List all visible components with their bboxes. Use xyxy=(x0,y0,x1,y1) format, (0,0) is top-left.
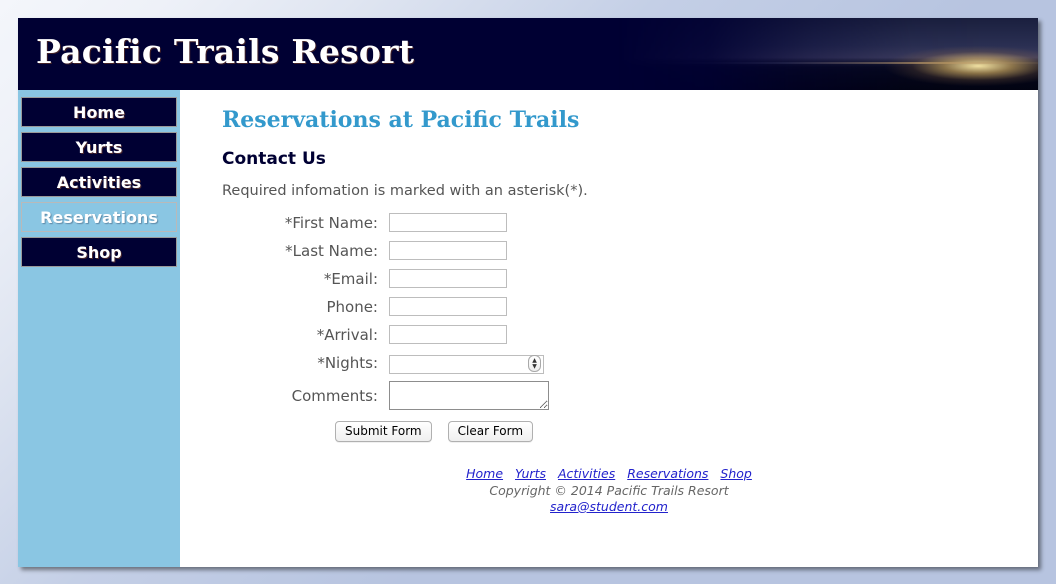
field-row-arrival: *Arrival: xyxy=(222,325,1038,344)
nights-stepper: ▲ ▼ xyxy=(389,353,544,374)
comments-label: Comments: xyxy=(291,386,378,405)
coastal-sunset-photo xyxy=(618,18,1038,90)
site-footer: Home Yurts Activities Reservations Shop … xyxy=(222,466,1038,514)
form-button-row: Submit Form Clear Form xyxy=(222,421,1038,442)
nights-input[interactable] xyxy=(389,355,544,374)
field-row-phone: Phone: xyxy=(222,297,1038,316)
sidebar: Home Yurts Activities Reservations Shop xyxy=(18,90,180,567)
footer-link-activities[interactable]: Activities xyxy=(558,466,615,481)
ocean-water xyxy=(618,64,1038,90)
reservation-form: *First Name: *Last Name: *Email: Phone: xyxy=(222,213,1038,442)
section-title: Contact Us xyxy=(222,149,326,169)
clear-form-button[interactable]: Clear Form xyxy=(447,421,534,442)
phone-label: Phone: xyxy=(326,297,378,316)
page-title: Reservations at Pacific Trails xyxy=(222,107,580,133)
site-header: Pacific Trails Resort xyxy=(18,18,1038,90)
nights-label: *Nights: xyxy=(317,353,378,372)
arrival-label: *Arrival: xyxy=(316,325,378,344)
footer-link-reservations[interactable]: Reservations xyxy=(627,466,708,481)
field-row-last-name: *Last Name: xyxy=(222,241,1038,260)
main-content: Reservations at Pacific Trails Contact U… xyxy=(180,90,1038,567)
number-spinner-icon[interactable]: ▲ ▼ xyxy=(528,355,541,372)
email-input[interactable] xyxy=(389,269,507,288)
submit-form-button[interactable]: Submit Form xyxy=(335,421,432,442)
first-name-input[interactable] xyxy=(389,213,507,232)
arrival-input[interactable] xyxy=(389,325,507,344)
last-name-input[interactable] xyxy=(389,241,507,260)
field-row-email: *Email: xyxy=(222,269,1038,288)
chevron-down-icon[interactable]: ▼ xyxy=(532,363,537,370)
sidebar-item-activities[interactable]: Activities xyxy=(21,167,177,197)
page-body: Home Yurts Activities Reservations Shop … xyxy=(18,90,1038,567)
comments-input[interactable] xyxy=(389,381,549,410)
contact-email-line: sara@student.com xyxy=(222,499,996,514)
field-row-comments: Comments: xyxy=(222,381,1038,410)
main-navigation: Home Yurts Activities Reservations Shop xyxy=(18,90,180,267)
sidebar-item-home[interactable]: Home xyxy=(21,97,177,127)
web-page: Pacific Trails Resort Home Yurts Activit… xyxy=(18,18,1038,567)
copyright-text: Copyright © 2014 Pacific Trails Resort xyxy=(489,483,729,498)
sidebar-item-reservations[interactable]: Reservations xyxy=(21,202,177,232)
first-name-label: *First Name: xyxy=(284,213,378,232)
footer-link-home[interactable]: Home xyxy=(466,466,503,481)
sidebar-item-shop[interactable]: Shop xyxy=(21,237,177,267)
field-row-first-name: *First Name: xyxy=(222,213,1038,232)
footer-link-yurts[interactable]: Yurts xyxy=(515,466,546,481)
last-name-label: *Last Name: xyxy=(285,241,378,260)
email-label: *Email: xyxy=(323,269,378,288)
field-row-nights: *Nights: ▲ ▼ xyxy=(222,353,1038,374)
phone-input[interactable] xyxy=(389,297,507,316)
site-title: Pacific Trails Resort xyxy=(36,32,415,71)
contact-email-link[interactable]: sara@student.com xyxy=(550,499,668,514)
required-fields-note: Required infomation is marked with an as… xyxy=(222,183,588,199)
sidebar-item-yurts[interactable]: Yurts xyxy=(21,132,177,162)
footer-navigation: Home Yurts Activities Reservations Shop xyxy=(222,466,996,481)
footer-link-shop[interactable]: Shop xyxy=(720,466,751,481)
